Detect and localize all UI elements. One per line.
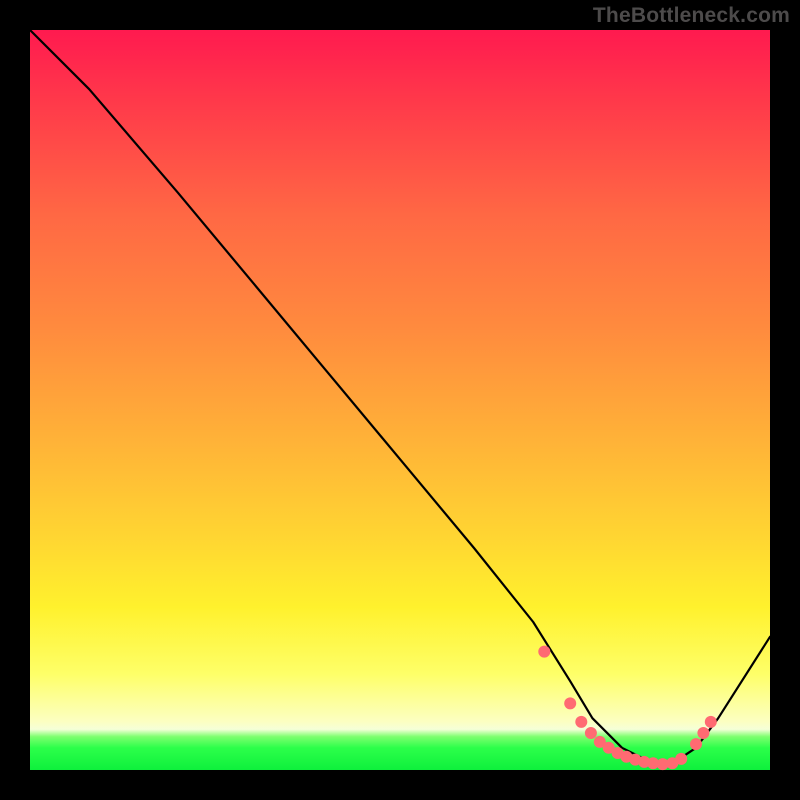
plot-area [30,30,770,770]
bottleneck-curve [30,30,770,763]
chart-frame: TheBottleneck.com [0,0,800,800]
marker-dot [675,753,687,765]
watermark-text: TheBottleneck.com [593,4,790,28]
marker-dot [585,727,597,739]
curve-svg [30,30,770,770]
marker-dot [538,646,550,658]
marker-dot [564,697,576,709]
marker-dot [697,727,709,739]
marker-dot [575,716,587,728]
marker-dot [705,716,717,728]
marker-dot [690,738,702,750]
